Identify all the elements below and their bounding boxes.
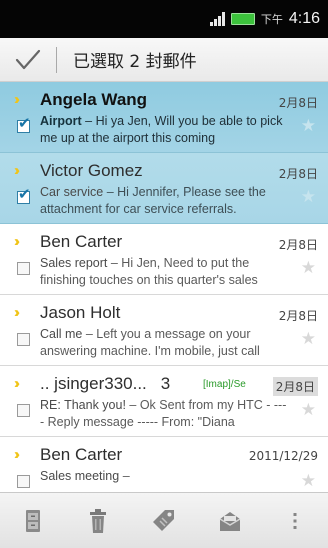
sender-name: Ben Carter (40, 232, 123, 251)
star-icon[interactable]: ★ (301, 329, 316, 349)
check-icon: ✔ (18, 186, 31, 203)
open-envelope-icon (219, 511, 240, 531)
mail-preview: Car service – Hi Jennifer, Please see th… (40, 184, 290, 220)
thread-count: 3 (160, 374, 171, 393)
priority-chevron-icon: ›› (14, 304, 20, 321)
mail-subject: RE: Thank you! (40, 398, 126, 412)
star-icon[interactable]: ★ (301, 471, 316, 491)
mail-subject: Airport (40, 114, 82, 128)
sender-name: .. jsinger330... 3 (40, 374, 170, 394)
status-bar: 下午 4:16 (0, 0, 328, 38)
priority-chevron-icon: ›› (14, 375, 20, 392)
priority-chevron-icon: ›› (14, 446, 20, 463)
label-button[interactable] (139, 496, 189, 546)
mail-subject: Sales meeting (40, 469, 120, 483)
tag-icon (152, 509, 174, 531)
status-time-prefix: 下午 (260, 13, 283, 26)
folder-tag: [Imap]/Se (203, 379, 246, 390)
bottom-toolbar (0, 492, 328, 548)
mail-item[interactable]: ›› .. jsinger330... 3 [Imap]/Se 2月8日 RE: … (0, 366, 328, 437)
mail-subject: Sales report (40, 256, 108, 270)
signal-icon (209, 12, 225, 26)
mail-item[interactable]: ›› ✔ Victor Gomez 2月8日 Car service – Hi … (0, 153, 328, 224)
overflow-menu-icon (293, 512, 297, 529)
mark-read-button[interactable] (205, 496, 255, 546)
select-checkbox[interactable] (17, 333, 30, 346)
mail-item[interactable]: ›› Ben Carter 2011/12/29 Sales meeting –… (0, 437, 328, 492)
star-icon[interactable]: ★ (301, 258, 316, 278)
sender-name: Victor Gomez (40, 161, 143, 180)
mail-date: 2011/12/29 (248, 449, 318, 463)
mail-snippet: – (119, 469, 130, 483)
mail-date: 2月8日 (272, 377, 318, 396)
selection-count-title: 已選取 2 封郵件 (73, 52, 197, 72)
folder-cabinet-icon (25, 509, 40, 532)
check-icon: ✔ (18, 115, 31, 132)
mail-preview: Airport – Hi ya Jen, Will you be able to… (40, 113, 290, 149)
mail-item[interactable]: ›› Jason Holt 2月8日 Call me – Left you a … (0, 295, 328, 366)
star-icon[interactable]: ★ (301, 116, 316, 136)
mail-date: 2月8日 (278, 309, 318, 323)
trash-icon (90, 508, 107, 533)
sender-name: Ben Carter (40, 445, 123, 464)
mail-preview: Sales report – Hi Jen, Need to put the f… (40, 255, 290, 291)
selection-action-bar: 已選取 2 封郵件 (0, 38, 328, 82)
battery-icon (230, 13, 255, 25)
mail-date: 2月8日 (278, 167, 318, 181)
select-checkbox[interactable] (17, 475, 30, 488)
sender-name: Angela Wang (40, 90, 148, 109)
mail-date: 2月8日 (278, 238, 318, 252)
delete-button[interactable] (73, 496, 123, 546)
status-time: 4:16 (288, 10, 320, 27)
mail-item[interactable]: ›› Ben Carter 2月8日 Sales report – Hi Jen… (0, 224, 328, 295)
select-checkbox[interactable]: ✔ (17, 187, 31, 204)
star-icon[interactable]: ★ (301, 400, 316, 420)
more-button[interactable] (270, 496, 320, 546)
priority-chevron-icon: ›› (14, 91, 20, 108)
sender-name: Jason Holt (40, 303, 121, 322)
sender-address: .. jsinger330... (40, 374, 147, 393)
select-checkbox[interactable]: ✔ (17, 116, 31, 133)
priority-chevron-icon: ›› (14, 233, 20, 250)
mail-item[interactable]: ›› ✔ Angela Wang 2月8日 Airport – Hi ya Je… (0, 82, 328, 153)
move-to-folder-button[interactable] (8, 496, 58, 546)
mail-list[interactable]: ›› ✔ Angela Wang 2月8日 Airport – Hi ya Je… (0, 82, 328, 492)
mail-subject: Call me (40, 327, 83, 341)
mail-preview: RE: Thank you! – Ok Sent from my HTC - -… (40, 397, 290, 433)
select-checkbox[interactable] (17, 404, 30, 417)
done-button[interactable] (0, 38, 56, 82)
priority-chevron-icon: ›› (14, 162, 20, 179)
mail-date: 2月8日 (278, 96, 318, 110)
star-icon[interactable]: ★ (301, 187, 316, 207)
mail-preview: Call me – Left you a message on your ans… (40, 326, 290, 362)
select-checkbox[interactable] (17, 262, 30, 275)
mail-subject: Car service (40, 185, 104, 199)
checkmark-icon (15, 49, 41, 69)
mail-preview: Sales meeting – (40, 468, 290, 492)
